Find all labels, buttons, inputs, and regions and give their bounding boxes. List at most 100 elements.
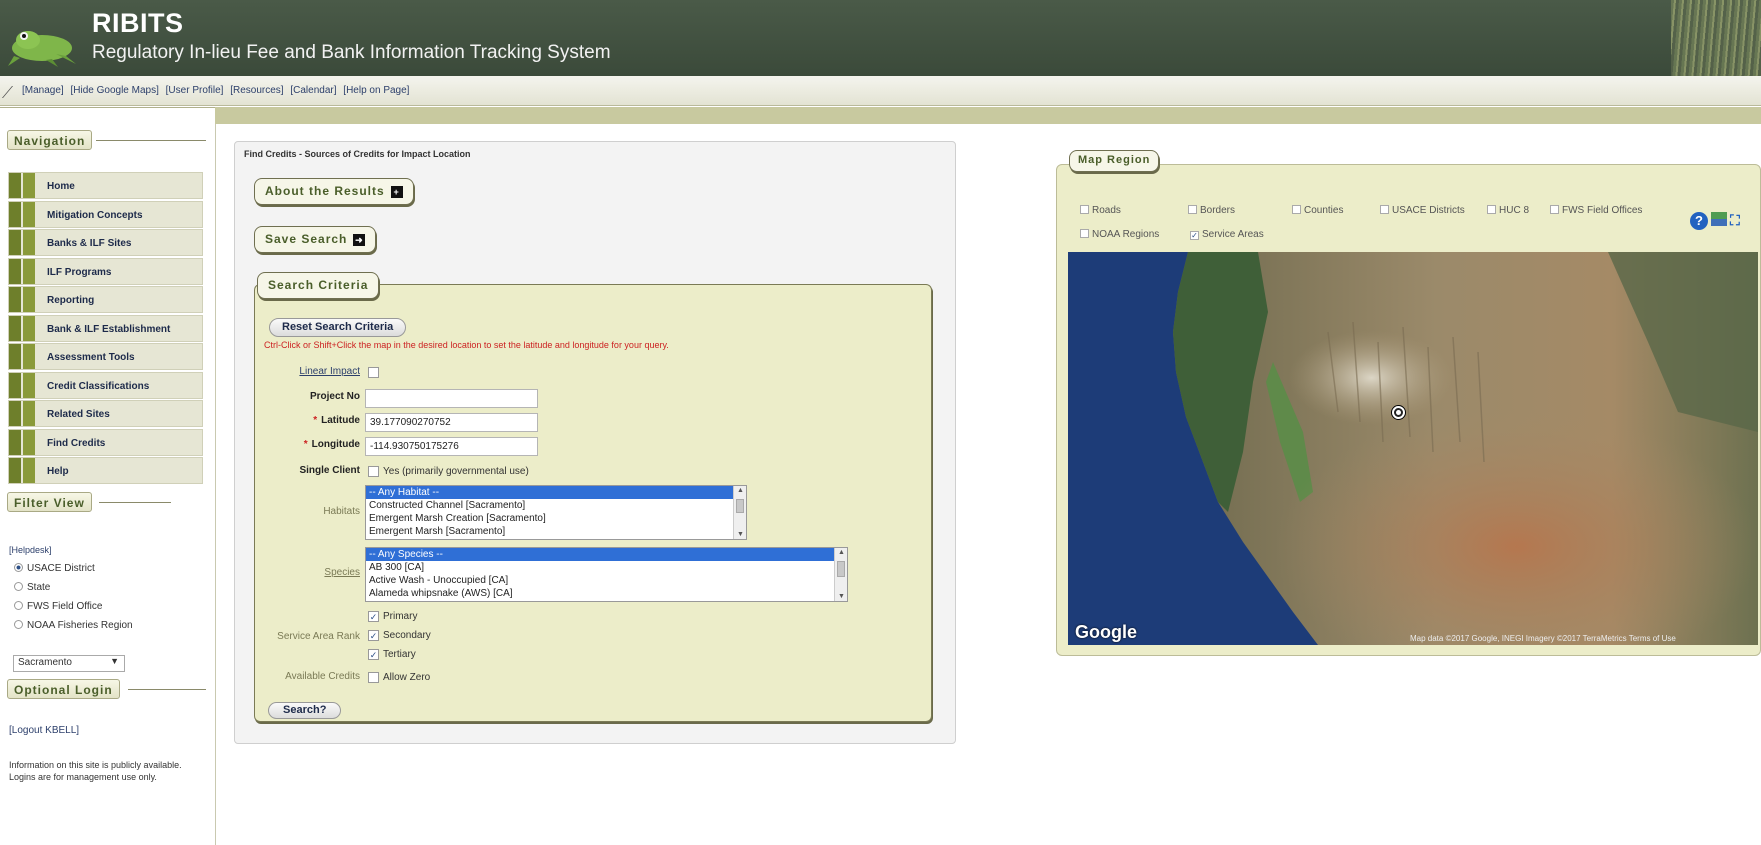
nav-bar [23,429,35,455]
logout-link[interactable]: [Logout KBELL] [9,725,79,736]
menu-link-hide-maps[interactable]: [Hide Google Maps] [70,85,158,96]
menu-link-help-on-page[interactable]: [Help on Page] [343,85,409,96]
linear-impact-label[interactable]: Linear Impact [280,366,360,377]
project-no-input[interactable] [365,389,538,408]
layer-checkbox[interactable] [1080,229,1089,238]
expand-icon[interactable]: ⛶ [1730,213,1744,227]
search-button[interactable]: Search? [268,702,342,719]
chevron-down-icon: ▼ [110,656,119,666]
sidebar-item-banks-ilf-sites[interactable]: Banks & ILF Sites [8,229,203,256]
linear-impact-checkbox[interactable] [368,367,379,378]
allow-zero-checkbox[interactable] [368,672,379,683]
longitude-input[interactable]: -114.930750175276 [365,437,538,456]
layer-noaa-regions[interactable]: NOAA Regions [1080,229,1159,240]
list-item[interactable]: Emergent Marsh Creation [Sacramento] [366,512,746,525]
single-client-checkbox[interactable] [368,466,379,477]
layer-fws-field-offices[interactable]: FWS Field Offices [1550,205,1642,216]
info-text: Information on this site is publicly ava… [9,760,182,782]
map-click-hint: Ctrl-Click or Shift+Click the map in the… [264,340,669,350]
sidebar-item-reporting[interactable]: Reporting [8,286,203,313]
navigation-rule [96,140,206,141]
layer-checkbox[interactable]: ✓ [1190,231,1199,240]
reset-search-button[interactable]: Reset Search Criteria [269,318,407,337]
sidebar-item-mitigation-concepts[interactable]: Mitigation Concepts [8,200,203,228]
rank-tertiary-label: Tertiary [383,649,416,660]
radio-button[interactable] [14,582,23,591]
map-attribution[interactable]: Map data ©2017 Google, INEGI Imagery ©20… [1410,634,1676,643]
radio-state[interactable]: State [14,582,50,593]
radio-button[interactable] [14,620,23,629]
habitats-listbox[interactable]: -- Any Habitat -- Constructed Channel [S… [365,485,747,540]
habitats-scrollbar[interactable]: ▲ ▼ [733,486,746,539]
layer-service-areas[interactable]: ✓ Service Areas [1190,229,1264,240]
rank-tertiary-checkbox[interactable]: ✓ [368,649,379,660]
helpdesk-link[interactable]: [Helpdesk] [9,545,52,555]
satellite-map[interactable] [1068,252,1758,645]
save-search-button[interactable]: Save Search ➜ [254,226,377,253]
help-icon[interactable]: ? [1690,212,1708,230]
layer-checkbox[interactable] [1550,205,1559,214]
list-item[interactable]: Emergent Marsh [Sacramento] [366,525,746,538]
sidebar-item-assessment-tools[interactable]: Assessment Tools [8,343,203,370]
map-terrain [1068,252,1758,645]
scroll-down-icon[interactable]: ▼ [737,531,744,538]
latitude-input[interactable]: 39.177090270752 [365,413,538,432]
species-label[interactable]: Species [260,567,360,578]
radio-button[interactable] [14,563,23,572]
rank-primary-checkbox[interactable]: ✓ [368,611,379,622]
location-marker-icon[interactable] [1392,406,1405,419]
layer-checkbox[interactable] [1188,205,1197,214]
layer-huc8[interactable]: HUC 8 [1487,205,1529,216]
sidebar-item-credit-classifications[interactable]: Credit Classifications [8,371,203,399]
layer-label: Service Areas [1202,229,1264,240]
layer-label: Roads [1092,205,1121,216]
layer-usace-districts[interactable]: USACE Districts [1380,205,1465,216]
scroll-down-icon[interactable]: ▼ [838,593,845,600]
scroll-up-icon[interactable]: ▲ [838,549,845,556]
list-item[interactable]: Constructed Channel [Sacramento] [366,499,746,512]
search-criteria-heading: Search Criteria [257,272,380,299]
layer-checkbox[interactable] [1080,205,1089,214]
radio-noaa-fisheries-region[interactable]: NOAA Fisheries Region [14,620,133,631]
about-results-button[interactable]: About the Results + [254,178,414,205]
radio-label: FWS Field Office [27,601,103,612]
layer-borders[interactable]: Borders [1188,205,1235,216]
sidebar-divider [215,124,216,845]
district-select-value: Sacramento [18,657,72,668]
radio-fws-field-office[interactable]: FWS Field Office [14,601,102,612]
layer-roads[interactable]: Roads [1080,205,1121,216]
district-select[interactable]: Sacramento ▼ [13,655,125,672]
menu-link-manage[interactable]: [Manage] [22,85,64,96]
menu-link-calendar[interactable]: [Calendar] [290,85,336,96]
sidebar-item-bank-ilf-establishment[interactable]: Bank & ILF Establishment [8,314,203,342]
nav-bar [9,230,21,255]
menu-link-resources[interactable]: [Resources] [230,85,283,96]
legend-icon[interactable] [1711,212,1727,226]
sidebar-item-home[interactable]: Home [8,172,203,199]
scroll-thumb[interactable] [837,561,845,577]
menu-link-user-profile[interactable]: [User Profile] [166,85,224,96]
species-listbox[interactable]: -- Any Species -- AB 300 [CA] Active Was… [365,547,848,602]
radio-button[interactable] [14,601,23,610]
layer-checkbox[interactable] [1487,205,1496,214]
list-item[interactable]: AB 300 [CA] [366,561,847,574]
sidebar-item-find-credits[interactable]: Find Credits [8,428,203,456]
radio-usace-district[interactable]: USACE District [14,563,95,574]
list-item[interactable]: -- Any Habitat -- [366,486,733,499]
layer-checkbox[interactable] [1380,205,1389,214]
scroll-thumb[interactable] [736,499,744,513]
sidebar-item-ilf-programs[interactable]: ILF Programs [8,257,203,285]
list-item[interactable]: Alameda whipsnake (AWS) [CA] [366,587,847,600]
sidebar-item-related-sites[interactable]: Related Sites [8,400,203,427]
menu-links: [Manage] [Hide Google Maps] [User Profil… [22,85,413,96]
nav-bar [23,258,35,284]
layer-checkbox[interactable] [1292,205,1301,214]
sidebar-item-label: Assessment Tools [47,352,135,363]
list-item[interactable]: -- Any Species -- [366,548,834,561]
sidebar-item-help[interactable]: Help [8,457,203,484]
layer-counties[interactable]: Counties [1292,205,1343,216]
scroll-up-icon[interactable]: ▲ [737,487,744,494]
species-scrollbar[interactable]: ▲ ▼ [834,548,847,601]
rank-secondary-checkbox[interactable]: ✓ [368,630,379,641]
list-item[interactable]: Active Wash - Unoccupied [CA] [366,574,847,587]
